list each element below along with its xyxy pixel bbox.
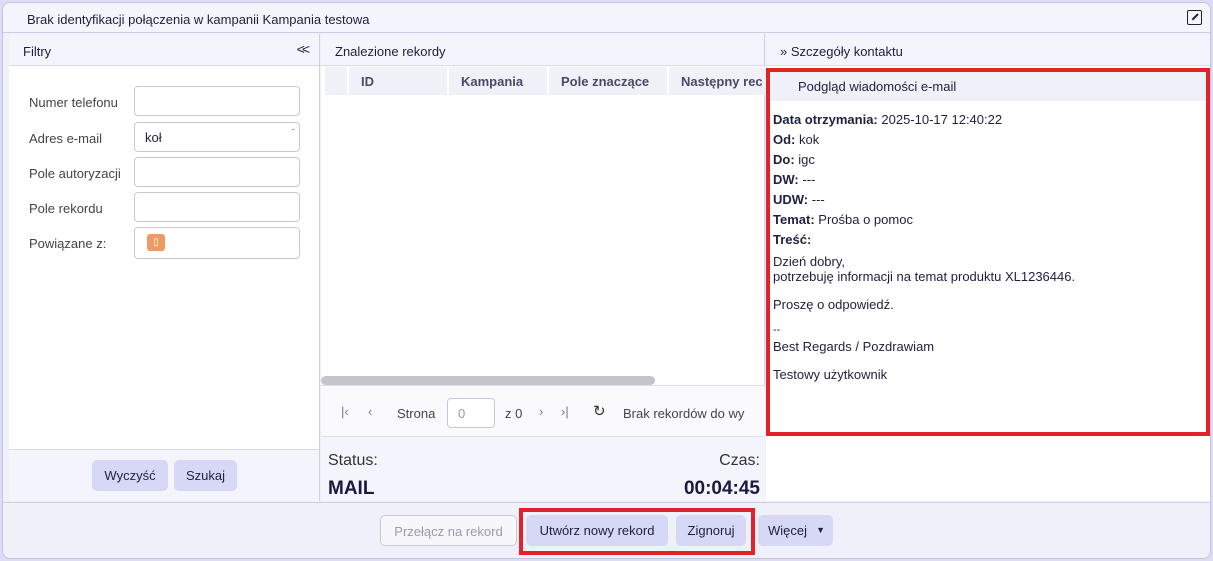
filter-phone-row: Numer telefonu xyxy=(29,86,309,116)
email-preview-title: Podgląd wiadomości e-mail xyxy=(770,72,1206,101)
filter-auth-row: Pole autoryzacji xyxy=(29,157,309,187)
horizontal-scrollbar[interactable] xyxy=(321,376,655,385)
record-field-input[interactable] xyxy=(134,192,300,222)
email-label: Adres e-mail xyxy=(29,131,102,146)
cc-row: DW: --- xyxy=(773,172,815,187)
phone-label: Numer telefonu xyxy=(29,95,118,110)
to-row: Do: igc xyxy=(773,152,815,167)
filters-panel: Filtry << Numer telefonu Adres e-mail ko… xyxy=(9,34,320,501)
create-record-button[interactable]: Utwórz nowy rekord xyxy=(526,515,668,546)
auth-label: Pole autoryzacji xyxy=(29,166,121,181)
related-input[interactable]: ▯ xyxy=(134,227,300,259)
column-key-field[interactable]: Pole znaczące xyxy=(549,67,667,95)
auth-input[interactable] xyxy=(134,157,300,187)
clear-button[interactable]: Wyczyść xyxy=(92,460,168,491)
last-page-icon[interactable]: ›| xyxy=(561,404,569,419)
cc-value: --- xyxy=(802,172,816,187)
body-label-row: Treść: xyxy=(773,232,811,247)
filters-title: Filtry xyxy=(23,44,52,59)
subject-label: Temat: xyxy=(773,212,815,227)
filters-header: Filtry << xyxy=(9,34,319,66)
email-value: koł xyxy=(145,130,162,145)
to-label: Do: xyxy=(773,152,795,167)
status-label: Status: xyxy=(328,452,378,469)
column-id[interactable]: ID xyxy=(349,67,447,95)
body-label: Treść: xyxy=(773,232,812,247)
bcc-value: --- xyxy=(811,192,825,207)
body-line: Testowy użytkownik xyxy=(773,367,888,382)
received-row: Data otrzymania: 2025-10-17 12:40:22 xyxy=(773,112,1002,127)
body-line: Best Regards / Pozdrawiam xyxy=(773,339,935,354)
prev-page-icon[interactable]: ‹ xyxy=(368,404,372,419)
from-value: kok xyxy=(799,132,820,147)
title-bar: Brak identyfikacji połączenia w kampanii… xyxy=(3,3,1210,33)
records-title: Znalezione rekordy xyxy=(335,44,446,59)
refresh-icon[interactable]: ↻ xyxy=(593,402,606,420)
ignore-button[interactable]: Zignoruj xyxy=(676,515,746,546)
email-input[interactable]: koł ˉ xyxy=(134,122,300,152)
body-line: Dzień dobry, xyxy=(773,254,846,269)
status-area: Status: MAIL Czas: 00:04:45 xyxy=(321,436,765,501)
collapse-icon[interactable]: << xyxy=(297,41,310,57)
records-panel: Znalezione rekordy ID Kampania Pole znac… xyxy=(321,34,765,501)
switch-to-record-button[interactable]: Przełącz na rekord xyxy=(380,515,517,546)
page-input[interactable]: 0 xyxy=(447,398,495,428)
page-count: z 0 xyxy=(505,406,523,421)
cc-label: DW: xyxy=(773,172,799,187)
status-value: MAIL xyxy=(328,478,375,499)
filters-footer: Wyczyść Szukaj xyxy=(9,449,319,501)
to-value: igc xyxy=(798,152,815,167)
from-row: Od: kok xyxy=(773,132,819,147)
record-field-label: Pole rekordu xyxy=(29,201,103,216)
received-value: 2025-10-17 12:40:22 xyxy=(881,112,1003,127)
body-line: -- xyxy=(773,324,781,336)
action-bar: Przełącz na rekord Utwórz nowy rekord Zi… xyxy=(3,502,1210,558)
page-label: Strona xyxy=(397,406,436,421)
time-value: 00:04:45 xyxy=(683,478,760,499)
first-page-icon[interactable]: |‹ xyxy=(341,404,349,419)
related-label: Powiązane z: xyxy=(29,236,107,251)
body-line: potrzebuję informacji na temat produktu … xyxy=(773,269,1076,284)
contact-panel: » Szczegóły kontaktu Podgląd wiadomości … xyxy=(766,34,1210,501)
dropdown-arrow-icon: ▼ xyxy=(816,525,825,535)
pagination: |‹ ‹ Strona 0 z 0 › ›| ↻ Brak rekordów d… xyxy=(321,385,765,436)
filter-email-row: Adres e-mail koł ˉ xyxy=(29,122,309,152)
filter-record-row: Pole rekordu xyxy=(29,192,309,222)
subject-row: Temat: Prośba o pomoc xyxy=(773,212,913,227)
window-title: Brak identyfikacji połączenia w kampanii… xyxy=(27,12,370,27)
from-label: Od: xyxy=(773,132,796,147)
select-column[interactable] xyxy=(325,67,347,95)
empty-records-text: Brak rekordów do wy xyxy=(623,406,745,421)
records-header: Znalezione rekordy xyxy=(321,34,764,66)
phone-input[interactable] xyxy=(134,86,300,116)
body-line: Proszę o odpowiedź. xyxy=(773,297,894,312)
dialog: Brak identyfikacji połączenia w kampanii… xyxy=(2,2,1211,559)
bcc-row: UDW: --- xyxy=(773,192,825,207)
popout-icon[interactable] xyxy=(1187,10,1202,25)
more-label: Więcej xyxy=(768,523,808,538)
contact-title: » Szczegóły kontaktu xyxy=(780,44,903,59)
filter-related-row: Powiązane z: ▯ xyxy=(29,227,309,259)
bcc-label: UDW: xyxy=(773,192,809,207)
received-label: Data otrzymania: xyxy=(773,112,878,127)
more-button[interactable]: Więcej ▼ xyxy=(758,515,833,546)
contact-header[interactable]: » Szczegóły kontaktu xyxy=(766,34,1210,66)
column-campaign[interactable]: Kampania xyxy=(449,67,547,95)
column-next-record[interactable]: Następny rec xyxy=(669,67,765,95)
next-page-icon[interactable]: › xyxy=(539,404,543,419)
time-label: Czas: xyxy=(719,452,760,469)
email-preview: Podgląd wiadomości e-mail Data otrzymani… xyxy=(766,68,1210,436)
badge-icon: ▯ xyxy=(147,234,165,251)
search-button[interactable]: Szukaj xyxy=(174,460,237,491)
subject-value: Prośba o pomoc xyxy=(818,212,913,227)
table-header: ID Kampania Pole znaczące Następny rec xyxy=(325,67,765,95)
autocomplete-icon: ˉ xyxy=(292,127,295,137)
